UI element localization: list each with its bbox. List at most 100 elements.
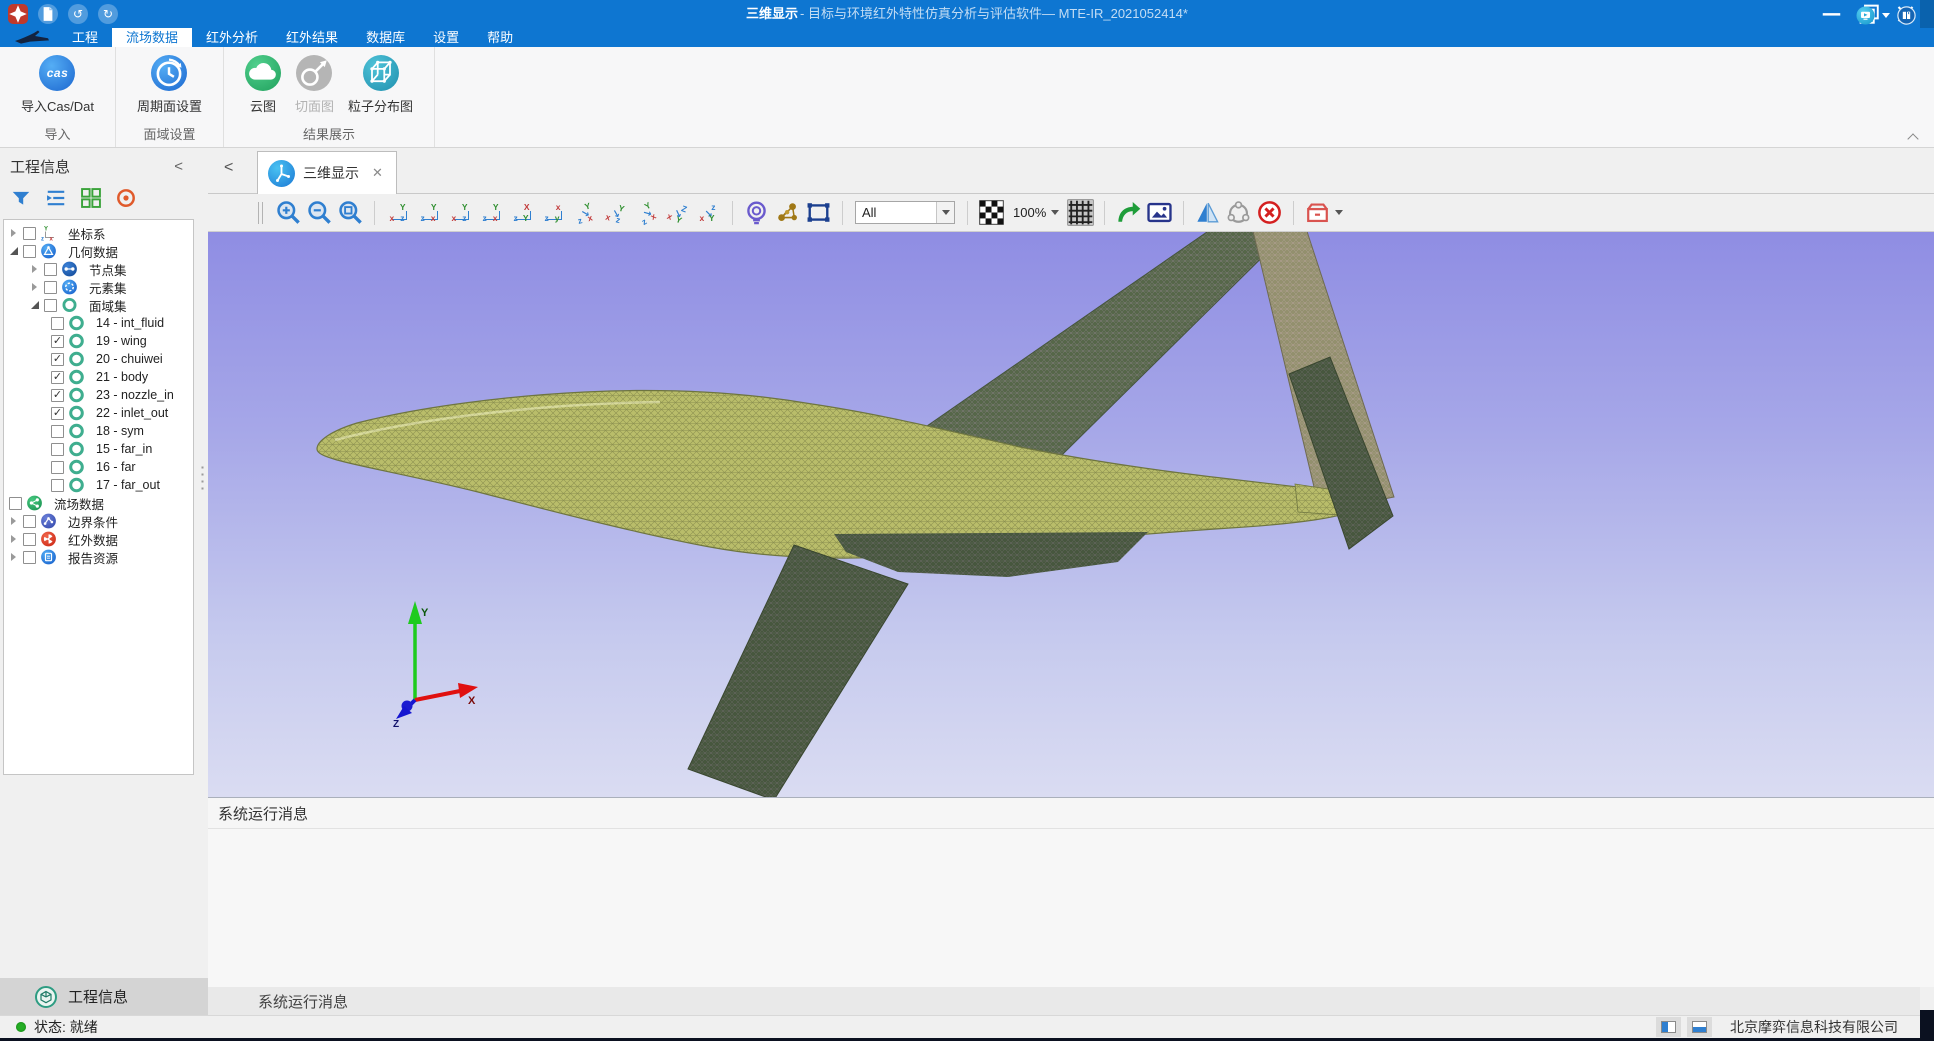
- tree-item-label[interactable]: 流场数据: [54, 494, 104, 513]
- tree-item[interactable]: 边界条件: [4, 512, 193, 530]
- tab-close-icon[interactable]: ✕: [369, 165, 386, 181]
- tree-item[interactable]: ✓23 - nozzle_in: [4, 386, 193, 404]
- snapshot-button[interactable]: [1146, 199, 1173, 226]
- tree-checkbox[interactable]: ✓: [51, 371, 64, 384]
- tree-checkbox[interactable]: [51, 461, 64, 474]
- redo-button[interactable]: ↻: [98, 4, 118, 24]
- tree-item[interactable]: ✓20 - chuiwei: [4, 350, 193, 368]
- view-bottom-button[interactable]: x z y: [540, 199, 567, 226]
- tree-item-label[interactable]: 边界条件: [68, 512, 118, 531]
- zoom-in-button[interactable]: [275, 199, 302, 226]
- minimize-button[interactable]: [1813, 0, 1850, 28]
- light-button[interactable]: [743, 199, 770, 226]
- zoom-level-dropdown[interactable]: 100%: [1013, 205, 1059, 220]
- menu-tab-5[interactable]: 数据库: [352, 28, 419, 47]
- tree-checkbox[interactable]: [51, 317, 64, 330]
- ribbon-button-cas[interactable]: cas导入Cas/Dat: [21, 51, 94, 115]
- tree-checkbox[interactable]: [23, 515, 36, 528]
- tree-checkbox[interactable]: [9, 497, 22, 510]
- tree-checkbox[interactable]: [23, 551, 36, 564]
- tree-item-label[interactable]: 17 - far_out: [96, 478, 160, 492]
- mesh-grid-button[interactable]: [1067, 199, 1094, 226]
- tree-item-label[interactable]: 21 - body: [96, 370, 148, 384]
- export-button[interactable]: [1115, 199, 1142, 226]
- new-doc-button[interactable]: [38, 4, 58, 24]
- ribbon-button-period[interactable]: 周期面设置: [137, 51, 202, 115]
- app-button[interactable]: [8, 4, 28, 24]
- tree-item[interactable]: 15 - far_in: [4, 440, 193, 458]
- tree-checkbox[interactable]: ✓: [51, 407, 64, 420]
- tree-expander-icon[interactable]: [7, 550, 21, 564]
- tree-item[interactable]: 几何数据: [4, 242, 193, 260]
- tree-checkbox[interactable]: ✓: [51, 353, 64, 366]
- layout-left-panel-button[interactable]: [1656, 1017, 1681, 1037]
- tree-item-label[interactable]: 面域集: [89, 296, 127, 315]
- view-back-button[interactable]: Y z x: [416, 199, 443, 226]
- manual-icon[interactable]: [1897, 6, 1916, 25]
- tree-expander-icon[interactable]: [28, 280, 42, 294]
- background-button[interactable]: [978, 199, 1005, 226]
- tree-item[interactable]: 17 - far_out: [4, 476, 193, 494]
- view-iso-1-button[interactable]: ↘ Y z x: [571, 199, 598, 226]
- tree-item[interactable]: 18 - sym: [4, 422, 193, 440]
- ribbon-button-slice[interactable]: 切面图: [295, 51, 334, 115]
- tree-checkbox[interactable]: [44, 281, 57, 294]
- view-front-button[interactable]: Y x z: [385, 199, 412, 226]
- display-filter-dropdown[interactable]: All: [855, 201, 955, 224]
- tree-item[interactable]: ✓ 21 - body: [4, 368, 193, 386]
- dropdown-arrow-button[interactable]: [936, 202, 954, 223]
- tree-item[interactable]: ✓22 - inlet_out: [4, 404, 193, 422]
- tree-checkbox[interactable]: [51, 425, 64, 438]
- tree-item-label[interactable]: 坐标系: [68, 224, 106, 243]
- render-mode-button[interactable]: [774, 199, 801, 226]
- zoom-out-button[interactable]: [306, 199, 333, 226]
- view-iso-5-button[interactable]: ↘ z x Y: [695, 199, 722, 226]
- tree-expander-icon[interactable]: [7, 226, 21, 240]
- tree-checkbox[interactable]: [23, 227, 36, 240]
- display-icon[interactable]: [1856, 6, 1875, 25]
- view-iso-4-button[interactable]: ↘ Z x Y: [664, 199, 691, 226]
- mirror-button[interactable]: [1194, 199, 1221, 226]
- tree-item-label[interactable]: 红外数据: [68, 530, 118, 549]
- locate-button[interactable]: [115, 187, 137, 209]
- select-box-button[interactable]: [805, 199, 832, 226]
- tree-item[interactable]: 报告资源: [4, 548, 193, 566]
- menu-tab-3[interactable]: 红外分析: [192, 28, 272, 47]
- view-iso-3-button[interactable]: ↘ Y z x: [633, 199, 660, 226]
- tree-item-label[interactable]: 报告资源: [68, 548, 118, 567]
- collapse-list-button[interactable]: [45, 187, 67, 209]
- tree-checkbox[interactable]: ✓: [51, 335, 64, 348]
- tree-item[interactable]: 元素集: [4, 278, 193, 296]
- tree-checkbox[interactable]: [51, 443, 64, 456]
- menu-tab-6[interactable]: 设置: [419, 28, 473, 47]
- zoom-window-button[interactable]: [337, 199, 364, 226]
- tab-3d-view[interactable]: 三维显示 ✕: [257, 151, 397, 194]
- save-view-button[interactable]: [1304, 199, 1331, 226]
- menu-tab-7[interactable]: 帮助: [473, 28, 527, 47]
- menu-tab-1[interactable]: 工程: [58, 28, 112, 47]
- panel-collapse-icon[interactable]: <: [170, 158, 187, 175]
- dock-tab-messages[interactable]: 系统运行消息: [208, 987, 1920, 1015]
- tree-item-label[interactable]: 元素集: [89, 278, 127, 297]
- tree-checkbox[interactable]: [23, 533, 36, 546]
- group-grid-button[interactable]: [80, 187, 102, 209]
- view-top-button[interactable]: X z Y: [509, 199, 536, 226]
- tab-scroll-left-icon[interactable]: <: [224, 159, 233, 177]
- panel-splitter[interactable]: [197, 148, 208, 978]
- tree-expander-icon[interactable]: [7, 532, 21, 546]
- menu-tab-4[interactable]: 红外结果: [272, 28, 352, 47]
- tree-expander-icon[interactable]: [28, 298, 42, 312]
- tree-item-label[interactable]: 节点集: [89, 260, 127, 279]
- ribbon-button-particle[interactable]: 粒子分布图: [348, 51, 413, 115]
- undo-button[interactable]: ↺: [68, 4, 88, 24]
- tree-expander-icon[interactable]: [7, 244, 21, 258]
- menu-tab-2[interactable]: 流场数据: [112, 28, 192, 47]
- tree-checkbox[interactable]: [44, 263, 57, 276]
- tree-checkbox[interactable]: [44, 299, 57, 312]
- filter-button[interactable]: [10, 187, 32, 209]
- tree-item[interactable]: ✓ 19 - wing: [4, 332, 193, 350]
- tree-item[interactable]: 面域集: [4, 296, 193, 314]
- tree-item-label[interactable]: 18 - sym: [96, 424, 144, 438]
- tree-item-label[interactable]: 19 - wing: [96, 334, 147, 348]
- ribbon-button-cloud[interactable]: 云图: [245, 51, 281, 115]
